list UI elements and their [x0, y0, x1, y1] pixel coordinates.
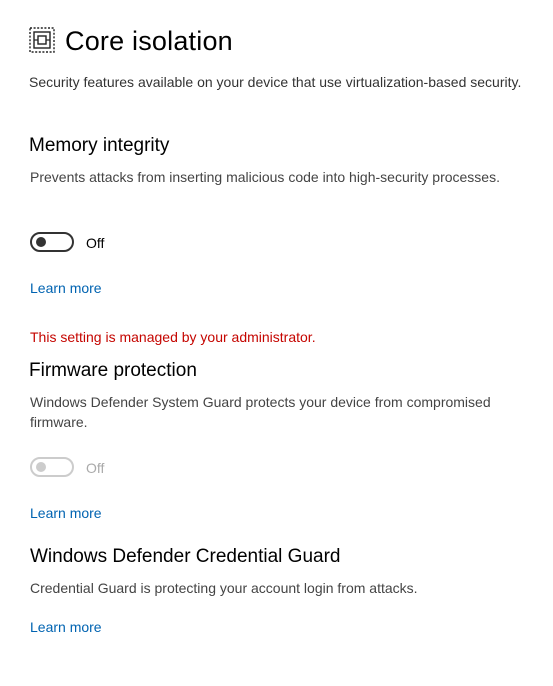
toggle-knob	[36, 462, 46, 472]
firmware-protection-toggle	[30, 457, 74, 477]
memory-integrity-learn-more-link[interactable]: Learn more	[30, 278, 102, 298]
page-description: Security features available on your devi…	[29, 74, 522, 90]
admin-managed-notice: This setting is managed by your administ…	[30, 329, 316, 345]
core-isolation-chip-icon	[29, 27, 55, 53]
credential-guard-learn-more-link[interactable]: Learn more	[30, 617, 102, 637]
page-title: Core isolation	[65, 26, 233, 56]
memory-integrity-toggle-state: Off	[86, 235, 105, 251]
memory-integrity-heading: Memory integrity	[29, 135, 170, 156]
firmware-protection-description: Windows Defender System Guard protects y…	[30, 394, 491, 430]
firmware-protection-toggle-state: Off	[86, 460, 105, 476]
toggle-knob	[36, 237, 46, 247]
credential-guard-description: Credential Guard is protecting your acco…	[30, 580, 418, 596]
firmware-protection-learn-more-link[interactable]: Learn more	[30, 503, 102, 523]
memory-integrity-description: Prevents attacks from inserting maliciou…	[30, 169, 500, 185]
credential-guard-heading: Windows Defender Credential Guard	[30, 546, 341, 567]
firmware-protection-heading: Firmware protection	[29, 360, 197, 381]
memory-integrity-toggle[interactable]	[30, 232, 74, 252]
